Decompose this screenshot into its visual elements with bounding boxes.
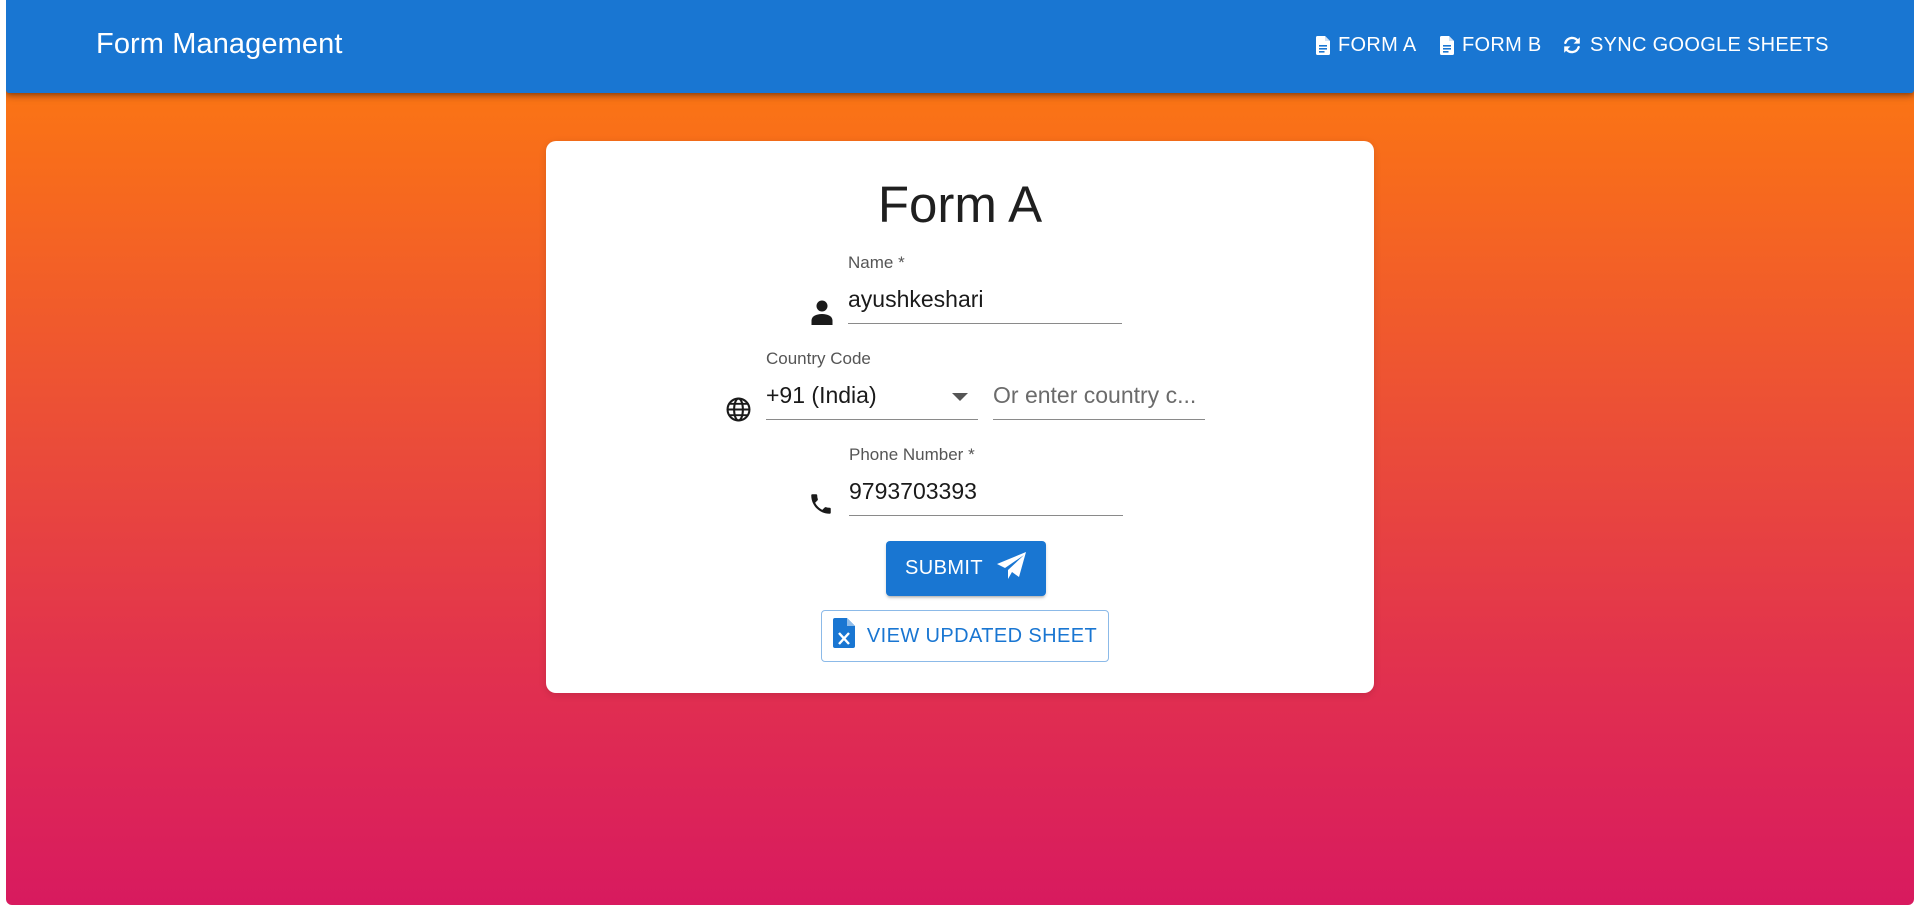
chevron-down-icon[interactable]	[952, 393, 968, 401]
custom-country-code-input[interactable]: Or enter country c...	[993, 380, 1196, 410]
view-updated-sheet-button[interactable]: VIEW UPDATED SHEET	[821, 610, 1109, 662]
name-label: Name *	[848, 253, 905, 272]
nav-form-a-label: FORM A	[1338, 34, 1417, 56]
nav-form-b-button[interactable]: FORM B	[1440, 30, 1542, 60]
document-icon	[1316, 35, 1330, 55]
name-underline	[848, 323, 1122, 324]
sync-icon	[1562, 35, 1582, 55]
nav-form-a-button[interactable]: FORM A	[1316, 30, 1416, 60]
country-code-label: Country Code	[766, 349, 871, 368]
person-icon	[810, 299, 834, 330]
sync-google-sheets-label: SYNC GOOGLE SHEETS	[1590, 34, 1829, 56]
form-card: Form A Name * ayushkeshari Country Code …	[546, 141, 1374, 693]
phone-underline	[849, 515, 1123, 516]
submit-button[interactable]: SUBMIT	[886, 541, 1046, 596]
phone-label: Phone Number *	[849, 445, 975, 464]
nav-form-b-label: FORM B	[1462, 34, 1542, 56]
submit-label: SUBMIT	[905, 557, 983, 579]
phone-input[interactable]: 9793703393	[849, 476, 977, 506]
country-code-underline	[766, 419, 978, 420]
app-title: Form Management	[96, 28, 343, 60]
name-input[interactable]: ayushkeshari	[848, 284, 984, 314]
globe-icon	[726, 397, 751, 427]
sync-google-sheets-button[interactable]: SYNC GOOGLE SHEETS	[1562, 30, 1829, 60]
phone-icon	[808, 491, 834, 522]
view-updated-sheet-label: VIEW UPDATED SHEET	[866, 624, 1098, 647]
custom-country-code-underline	[993, 419, 1205, 420]
document-icon	[1440, 35, 1454, 55]
send-icon	[995, 551, 1027, 587]
app-bar: Form Management FORM A FORM B SYNC GOOGL…	[6, 0, 1914, 93]
form-title: Form A	[877, 176, 1043, 233]
excel-file-icon	[832, 618, 855, 654]
page-background: Form Management FORM A FORM B SYNC GOOGL…	[6, 0, 1914, 905]
country-code-select[interactable]: +91 (India)	[766, 380, 877, 410]
